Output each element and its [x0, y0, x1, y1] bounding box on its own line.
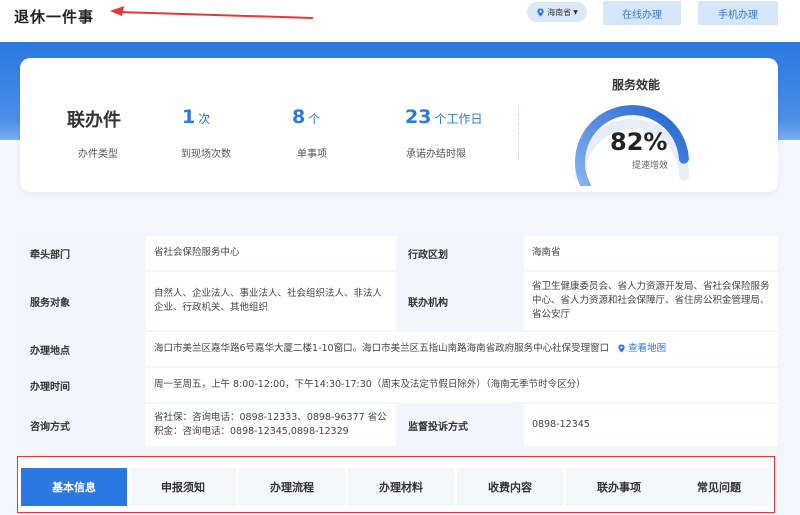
days-value: 23	[405, 106, 432, 128]
admin-area-value: 海南省	[524, 236, 778, 270]
items-caption: 单事项	[297, 149, 327, 160]
case-type-caption: 办件类型	[78, 149, 118, 160]
region-label: 海南省	[547, 7, 572, 17]
admin-area-label: 行政区划	[398, 236, 522, 270]
gauge-caption: 提速增效	[632, 161, 669, 171]
location-pin-icon	[537, 7, 544, 17]
complaint-label: 监督投诉方式	[398, 404, 522, 446]
visits-value: 1	[182, 106, 196, 128]
view-map-link[interactable]: 查看地图	[617, 342, 666, 356]
gauge-percent: 82%	[610, 128, 668, 156]
visits-stat: 1次	[182, 106, 210, 128]
consult-label: 咨询方式	[20, 404, 144, 446]
tab-basic-info[interactable]: 基本信息	[21, 468, 127, 506]
complaint-value: 0898-12345	[524, 404, 778, 446]
tab-joint-items[interactable]: 联办事项	[566, 468, 672, 506]
days-caption: 承诺办结时限	[406, 149, 466, 160]
summary-card: 联办件 办件类型 1次 到现场次数 8个 单事项 23 个工作日 承诺办结时限 服…	[20, 58, 778, 192]
location-label: 办理地点	[20, 332, 144, 366]
joint-agency-value: 省卫生健康委员会、省人力资源开发局、省社会保险服务中心、省人力资源和社会保障厅、…	[524, 272, 778, 330]
case-type-value: 联办件	[67, 110, 121, 131]
items-value: 8	[292, 106, 306, 128]
location-pin-icon	[618, 344, 625, 354]
tab-application-notes[interactable]: 申报须知	[130, 468, 236, 506]
visits-unit: 次	[198, 112, 211, 126]
tab-fees[interactable]: 收费内容	[457, 468, 563, 506]
header-bar: 退休一件事 海南省 ▼ 在线办理 手机办理	[0, 0, 800, 42]
days-unit: 个工作日	[434, 112, 483, 126]
hours-value: 周一至周五，上午 8:00-12:00，下午14:30-17:30（周末及法定节…	[146, 368, 778, 402]
consult-value: 省社保：咨询电话：0898-12333、0898-96377 省公积金：咨询电话…	[146, 404, 396, 446]
joint-agency-label: 联办机构	[398, 272, 522, 330]
annotation-arrow-icon	[110, 6, 314, 19]
visits-caption: 到现场次数	[181, 149, 231, 160]
items-unit: 个	[308, 112, 321, 126]
service-target-label: 服务对象	[20, 272, 144, 330]
region-selector[interactable]: 海南省 ▼	[527, 2, 587, 22]
view-map-label: 查看地图	[628, 343, 667, 355]
tab-materials[interactable]: 办理材料	[348, 468, 454, 506]
page-title: 退休一件事	[14, 8, 95, 26]
location-value: 海口市美兰区嘉华路6号嘉华大厦二楼1-10窗口。海口市美兰区五指山南路海南省政府…	[154, 343, 610, 355]
info-table: 牵头部门 省社会保险服务中心 行政区划 海南省 服务对象 自然人、企业法人、事业…	[20, 236, 778, 446]
service-target-value: 自然人、企业法人、事业法人、社会组织法人、非法人企业、行政机关、其他组织	[146, 272, 396, 330]
stats-divider	[518, 108, 519, 160]
tab-faq[interactable]: 常见问题	[668, 468, 770, 506]
lead-dept-value: 省社会保险服务中心	[146, 236, 396, 270]
days-stat: 23 个工作日	[405, 106, 482, 128]
lead-dept-label: 牵头部门	[20, 236, 144, 270]
tab-bar: 基本信息 申报须知 办理流程 办理材料 收费内容 联办事项 常见问题	[17, 456, 775, 513]
gauge-title: 服务效能	[612, 78, 661, 92]
tab-process[interactable]: 办理流程	[239, 468, 345, 506]
chevron-down-icon: ▼	[573, 8, 578, 16]
hours-label: 办理时间	[20, 368, 144, 402]
items-stat: 8个	[292, 106, 320, 128]
mobile-apply-button[interactable]: 手机办理	[698, 1, 778, 25]
online-apply-button[interactable]: 在线办理	[603, 1, 681, 25]
location-row: 海口市美兰区嘉华路6号嘉华大厦二楼1-10窗口。海口市美兰区五指山南路海南省政府…	[146, 332, 778, 366]
